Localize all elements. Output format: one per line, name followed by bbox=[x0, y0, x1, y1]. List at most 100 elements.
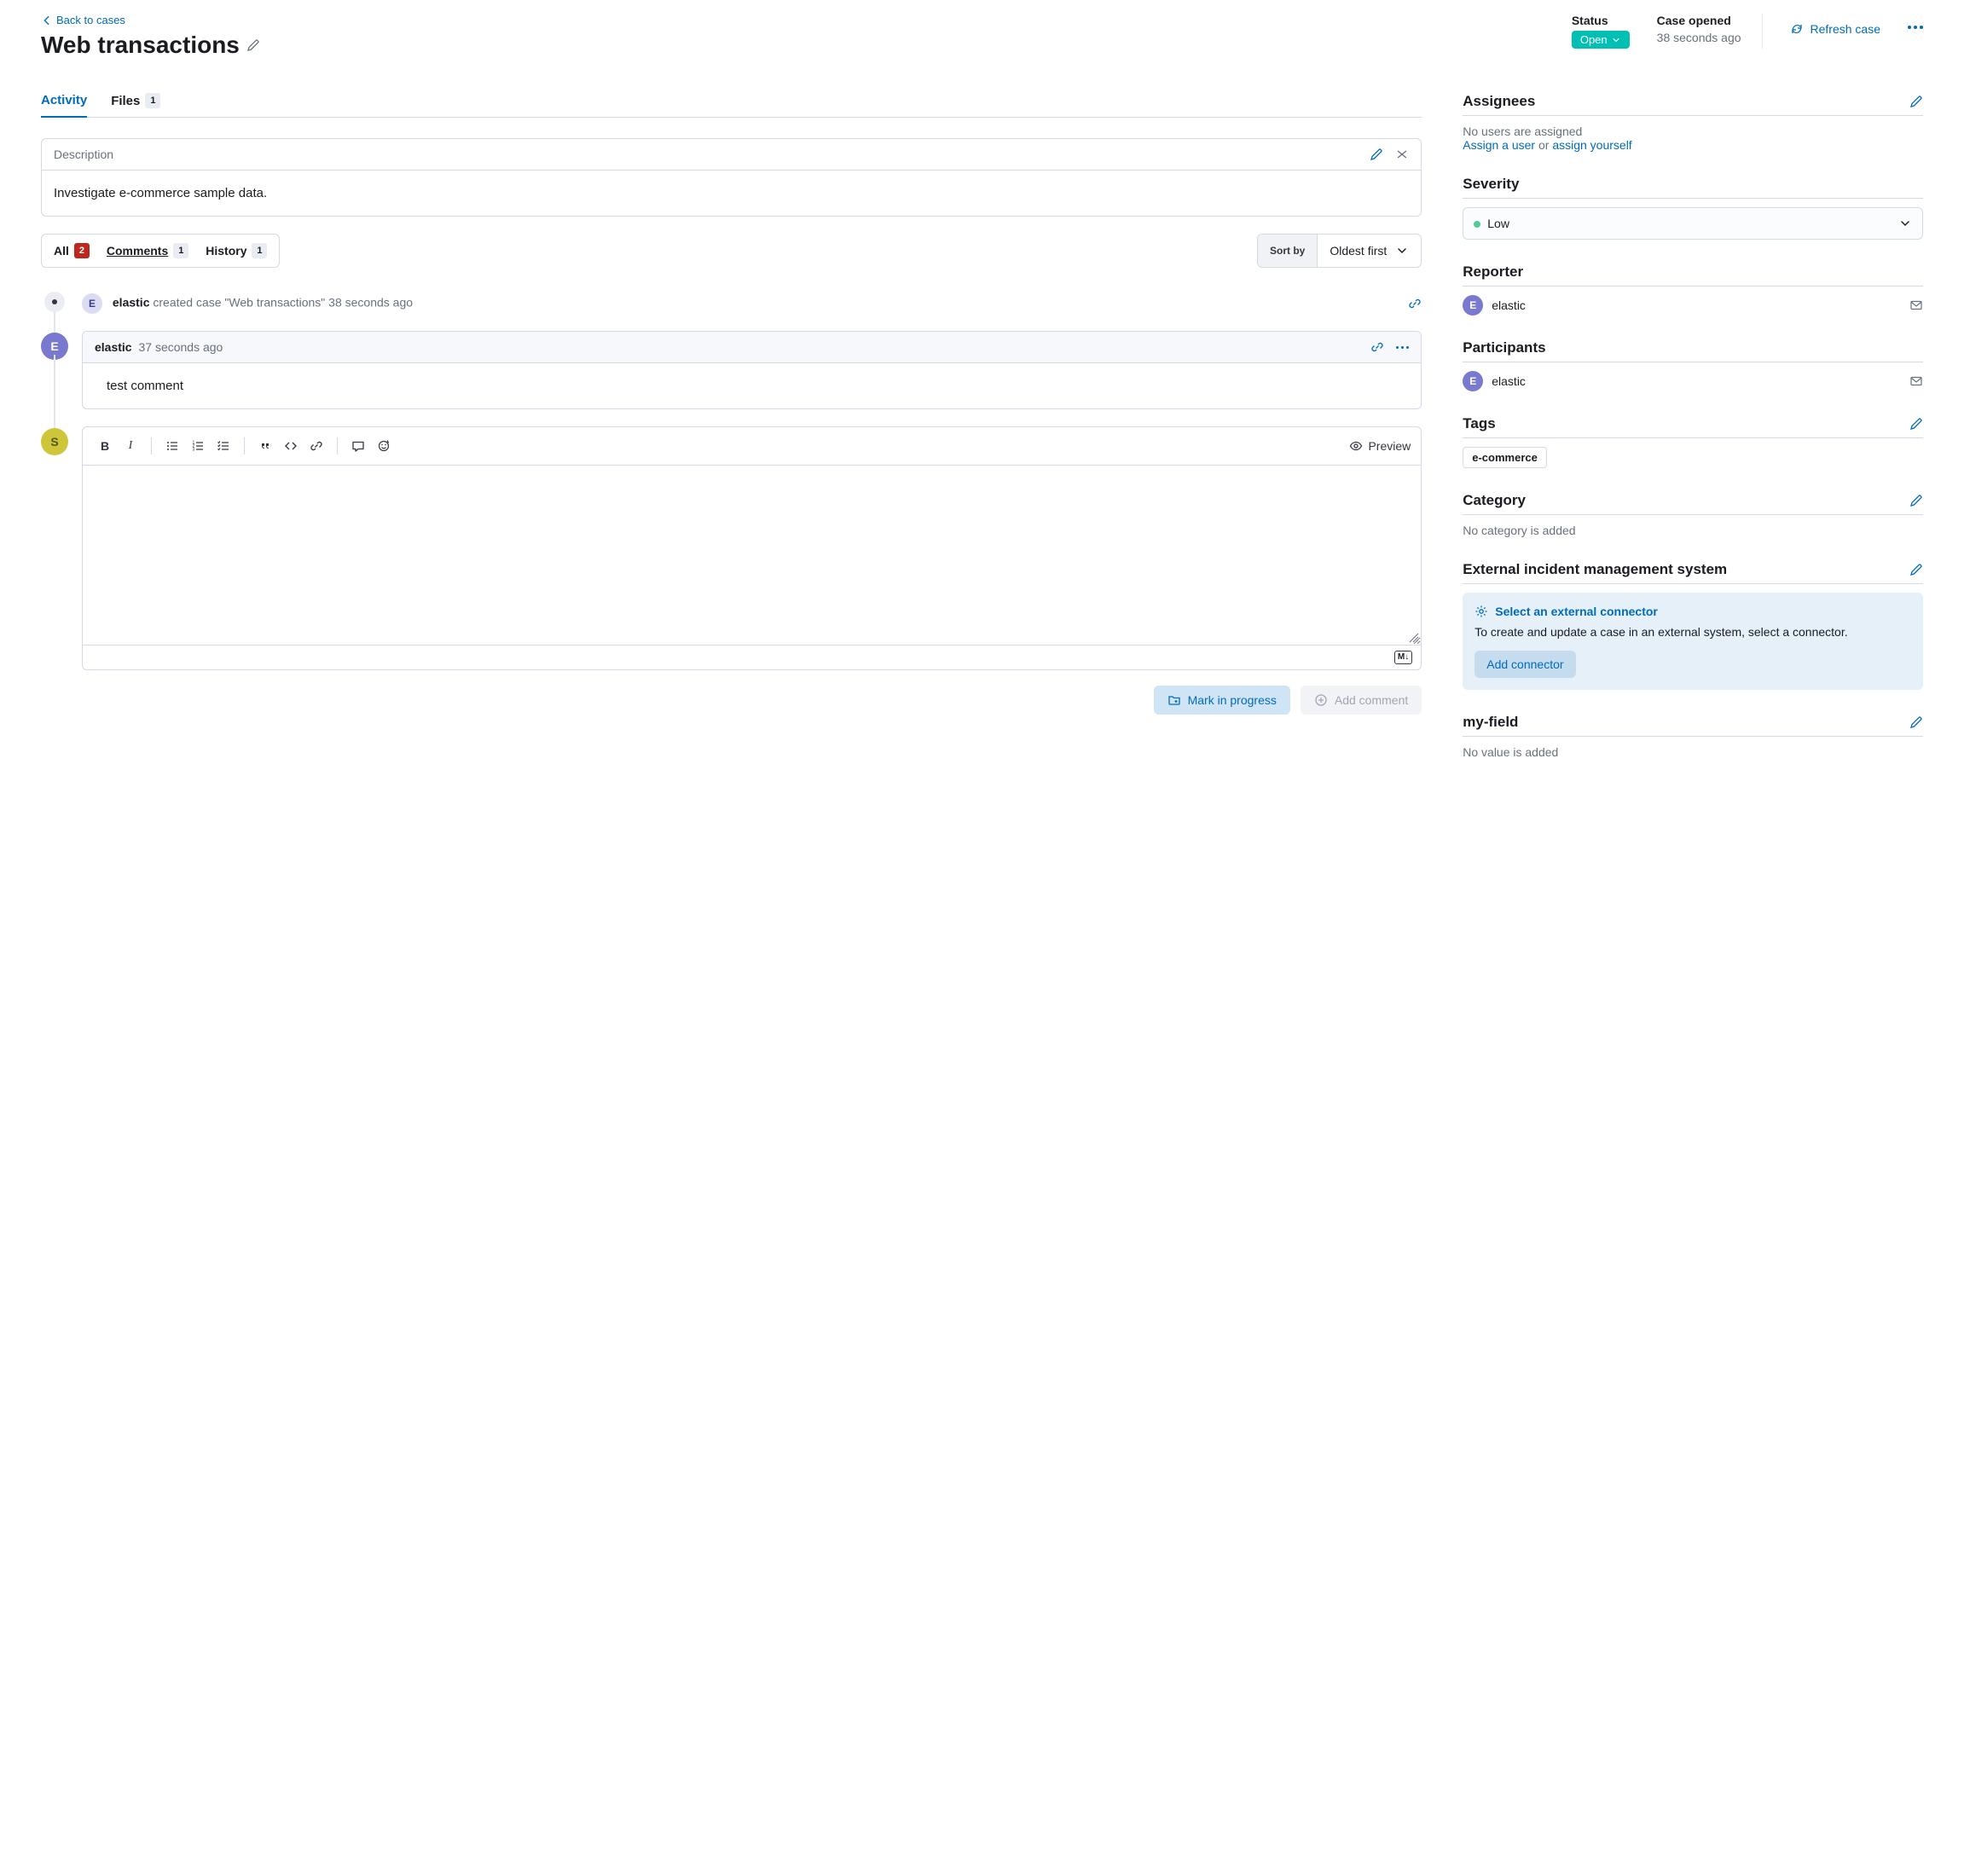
eye-icon bbox=[1349, 439, 1363, 453]
code-button[interactable] bbox=[279, 434, 303, 458]
email-reporter-button[interactable] bbox=[1909, 298, 1923, 312]
severity-dot-icon bbox=[1474, 221, 1480, 228]
sort-select[interactable]: Oldest first bbox=[1318, 234, 1421, 267]
collapse-icon bbox=[1395, 148, 1409, 161]
editor-textarea[interactable] bbox=[83, 466, 1421, 645]
comment-time: 37 seconds ago bbox=[138, 340, 223, 354]
link-icon bbox=[310, 439, 323, 453]
edit-assignees-button[interactable] bbox=[1909, 95, 1923, 108]
event-link-button[interactable] bbox=[1408, 297, 1422, 310]
tab-files[interactable]: Files 1 bbox=[111, 93, 160, 117]
ul-icon bbox=[165, 439, 179, 453]
folder-progress-icon bbox=[1167, 693, 1181, 707]
comment-more-button[interactable] bbox=[1396, 346, 1409, 349]
italic-button[interactable]: I bbox=[119, 434, 142, 458]
mark-in-progress-button[interactable]: Mark in progress bbox=[1154, 686, 1290, 715]
participants-title: Participants bbox=[1463, 339, 1545, 356]
timeline-dot bbox=[41, 288, 68, 314]
gear-icon bbox=[1474, 605, 1488, 618]
preview-button[interactable]: Preview bbox=[1349, 439, 1411, 453]
main-layout: Activity Files 1 Description In bbox=[41, 93, 1923, 783]
refresh-label: Refresh case bbox=[1810, 22, 1880, 36]
connector-panel: Select an external connector To create a… bbox=[1463, 593, 1923, 690]
reporter-row: E elastic bbox=[1463, 295, 1923, 316]
comment-card: elastic 37 seconds ago bbox=[82, 331, 1422, 409]
filter-all[interactable]: All 2 bbox=[47, 240, 96, 262]
assignees-section: Assignees No users are assigned Assign a… bbox=[1463, 93, 1923, 152]
reporter-title: Reporter bbox=[1463, 263, 1523, 281]
markdown-badge[interactable]: M↓ bbox=[1394, 651, 1412, 664]
chevron-down-icon bbox=[1395, 244, 1409, 258]
status-label: Status bbox=[1572, 14, 1630, 27]
emoji-button[interactable] bbox=[372, 434, 396, 458]
history-count-badge: 1 bbox=[252, 243, 267, 258]
comment-icon bbox=[351, 439, 365, 453]
filter-comments[interactable]: Comments 1 bbox=[100, 240, 195, 262]
link-icon bbox=[1370, 340, 1384, 354]
status-badge[interactable]: Open bbox=[1572, 31, 1630, 49]
description-body: Investigate e-commerce sample data. bbox=[42, 171, 1421, 216]
edit-tags-button[interactable] bbox=[1909, 417, 1923, 431]
edit-custom-field-button[interactable] bbox=[1909, 715, 1923, 729]
severity-section: Severity Low bbox=[1463, 176, 1923, 240]
severity-select[interactable]: Low bbox=[1463, 207, 1923, 240]
timeline-editor: S B I bbox=[41, 426, 1422, 715]
main-content: Activity Files 1 Description In bbox=[41, 93, 1422, 715]
editor-toolbar: B I bbox=[83, 427, 1421, 466]
reporter-section: Reporter E elastic bbox=[1463, 263, 1923, 316]
comment-link-button[interactable] bbox=[1370, 340, 1384, 354]
custom-field-title: my-field bbox=[1463, 714, 1518, 731]
pencil-icon bbox=[1909, 494, 1923, 507]
bold-button[interactable]: B bbox=[93, 434, 117, 458]
plus-circle-icon bbox=[1314, 693, 1328, 707]
case-title: Web transactions bbox=[41, 32, 240, 59]
back-to-cases-link[interactable]: Back to cases bbox=[41, 14, 125, 26]
assign-yourself-link[interactable]: assign yourself bbox=[1552, 138, 1631, 152]
email-participant-button[interactable] bbox=[1909, 374, 1923, 388]
event-text: E elastic created case "Web transactions… bbox=[82, 293, 413, 314]
pencil-icon bbox=[1909, 417, 1923, 431]
pencil-icon bbox=[1909, 95, 1923, 108]
sort-label: Sort by bbox=[1258, 234, 1318, 267]
tab-activity[interactable]: Activity bbox=[41, 93, 87, 118]
category-section: Category No category is added bbox=[1463, 492, 1923, 537]
add-comment-button[interactable]: Add comment bbox=[1301, 686, 1422, 715]
tags-section: Tags e-commerce bbox=[1463, 415, 1923, 468]
tag-chip[interactable]: e-commerce bbox=[1463, 447, 1547, 468]
editor-actions: Mark in progress Add comment bbox=[82, 686, 1422, 715]
edit-title-button[interactable] bbox=[246, 38, 260, 52]
ol-button[interactable] bbox=[186, 434, 210, 458]
assign-user-link[interactable]: Assign a user bbox=[1463, 138, 1535, 152]
incident-section: External incident management system Sele… bbox=[1463, 561, 1923, 690]
edit-incident-button[interactable] bbox=[1909, 563, 1923, 576]
link-icon bbox=[1408, 297, 1422, 310]
more-actions-button[interactable] bbox=[1908, 26, 1923, 29]
chevron-down-icon bbox=[1898, 217, 1912, 230]
all-count-badge: 2 bbox=[74, 243, 90, 258]
refresh-case-button[interactable]: Refresh case bbox=[1790, 22, 1880, 36]
filter-pills: All 2 Comments 1 History 1 bbox=[41, 234, 280, 268]
avatar: E bbox=[1463, 295, 1483, 316]
edit-category-button[interactable] bbox=[1909, 494, 1923, 507]
collapse-description-button[interactable] bbox=[1395, 148, 1409, 161]
resize-handle-icon bbox=[1409, 633, 1419, 643]
filter-history[interactable]: History 1 bbox=[199, 240, 274, 262]
checklist-icon bbox=[217, 439, 230, 453]
add-connector-button[interactable]: Add connector bbox=[1474, 651, 1575, 678]
pencil-icon bbox=[1909, 563, 1923, 576]
custom-field-empty: No value is added bbox=[1463, 745, 1923, 759]
header-meta: Status Open Case opened 38 seconds ago bbox=[1572, 14, 1763, 49]
mail-icon bbox=[1909, 298, 1923, 312]
ul-button[interactable] bbox=[160, 434, 184, 458]
code-icon bbox=[284, 439, 298, 453]
edit-description-button[interactable] bbox=[1370, 148, 1383, 161]
sidebar: Assignees No users are assigned Assign a… bbox=[1463, 93, 1923, 783]
avatar: S bbox=[41, 428, 68, 455]
mail-icon bbox=[1909, 374, 1923, 388]
back-label: Back to cases bbox=[56, 14, 125, 26]
status-block: Status Open bbox=[1572, 14, 1630, 49]
link-button[interactable] bbox=[304, 434, 328, 458]
quote-button[interactable] bbox=[253, 434, 277, 458]
checklist-button[interactable] bbox=[211, 434, 235, 458]
comment-button[interactable] bbox=[346, 434, 370, 458]
